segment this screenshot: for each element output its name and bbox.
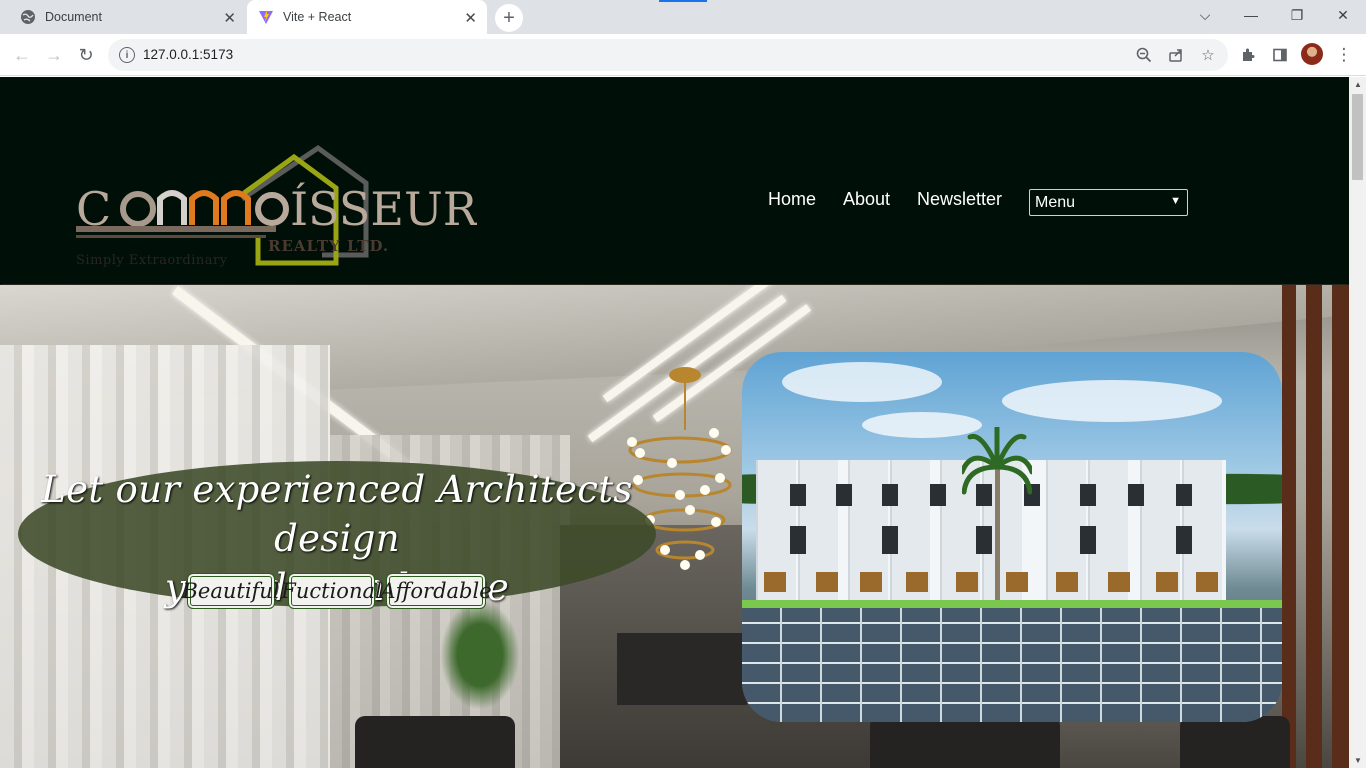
tab-indicator [659,0,707,2]
badge-functional: Fuctional [281,573,382,609]
wood-slat [1306,285,1322,768]
side-panel-icon[interactable] [1270,45,1290,65]
close-tab-icon[interactable]: ✕ [464,9,477,27]
wood-slat [1282,285,1296,768]
svg-text:REALTY LTD.: REALTY LTD. [268,237,389,255]
company-logo[interactable]: C ÍSSEUR REALTY LTD. Simply Extraordinar… [72,143,479,269]
chevron-down-icon: ▼ [1170,195,1181,207]
project-photo [742,352,1282,722]
vite-logo-icon [258,9,274,25]
browser-tabstrip: Document ✕ Vite + React ✕ + ⌵ — ❐ ✕ [0,0,1366,34]
more-menu-icon[interactable]: ⋮ [1334,45,1354,65]
svg-text:Simply Extraordinary: Simply Extraordinary [76,253,228,268]
hero-headline-line-1: Let our experienced Architects design [41,468,633,560]
menu-dropdown-value: Menu [1035,193,1076,211]
site-header: C ÍSSEUR REALTY LTD. Simply Extraordinar… [0,77,1349,284]
star-icon[interactable]: ☆ [1199,46,1217,64]
hero-background-tv [617,633,747,705]
reload-icon[interactable]: ↻ [73,42,99,68]
menu-dropdown[interactable]: Menu ▼ [1029,189,1188,216]
tab-title: Vite + React [283,10,352,24]
badge-affordable: Affordable [380,573,492,609]
hero-section: Let our experienced Architects design yo… [0,285,1349,768]
sofa [1180,716,1290,768]
share-icon[interactable] [1167,46,1185,64]
paved-driveway [742,608,1282,722]
forward-arrow-icon[interactable]: → [41,42,67,68]
back-arrow-icon[interactable]: ← [9,42,35,68]
wood-slat [1332,285,1349,768]
new-tab-button[interactable]: + [495,4,523,32]
sofa [355,716,515,768]
zoom-out-icon[interactable] [1135,46,1153,64]
sofa [870,716,1060,768]
address-bar[interactable]: i 127.0.0.1:5173 ☆ [108,39,1228,71]
nav-home[interactable]: Home [768,189,816,210]
page-viewport: C ÍSSEUR REALTY LTD. Simply Extraordinar… [0,77,1349,768]
extensions-icon[interactable] [1238,45,1258,65]
page-scrollbar[interactable]: ▲ ▼ [1349,77,1366,768]
globe-icon [20,9,36,25]
close-window-icon[interactable]: ✕ [1320,0,1366,30]
tab-vite-react[interactable]: Vite + React ✕ [247,0,487,34]
close-tab-icon[interactable]: ✕ [223,9,236,27]
badge-beautiful: Beautiful [182,573,280,609]
restore-icon[interactable]: ❐ [1274,0,1320,30]
profile-avatar[interactable] [1301,43,1323,65]
hero-background-plant [440,600,520,710]
tab-search-icon[interactable]: ⌵ [1182,0,1228,30]
nav-about[interactable]: About [843,189,890,210]
site-info-icon[interactable]: i [119,47,135,63]
minimize-icon[interactable]: — [1228,0,1274,30]
scroll-down-arrow-icon[interactable]: ▼ [1354,756,1362,765]
address-url[interactable]: 127.0.0.1:5173 [143,47,233,62]
tab-document[interactable]: Document ✕ [0,0,246,34]
scroll-up-arrow-icon[interactable]: ▲ [1354,80,1362,89]
svg-text:ÍSSEUR: ÍSSEUR [290,181,477,236]
nav-newsletter[interactable]: Newsletter [917,189,1002,210]
scrollbar-thumb[interactable] [1352,94,1363,180]
browser-toolbar: ← → ↻ i 127.0.0.1:5173 ☆ ⋮ [0,34,1366,76]
palm-tree [962,427,1032,602]
tab-title: Document [45,10,102,24]
